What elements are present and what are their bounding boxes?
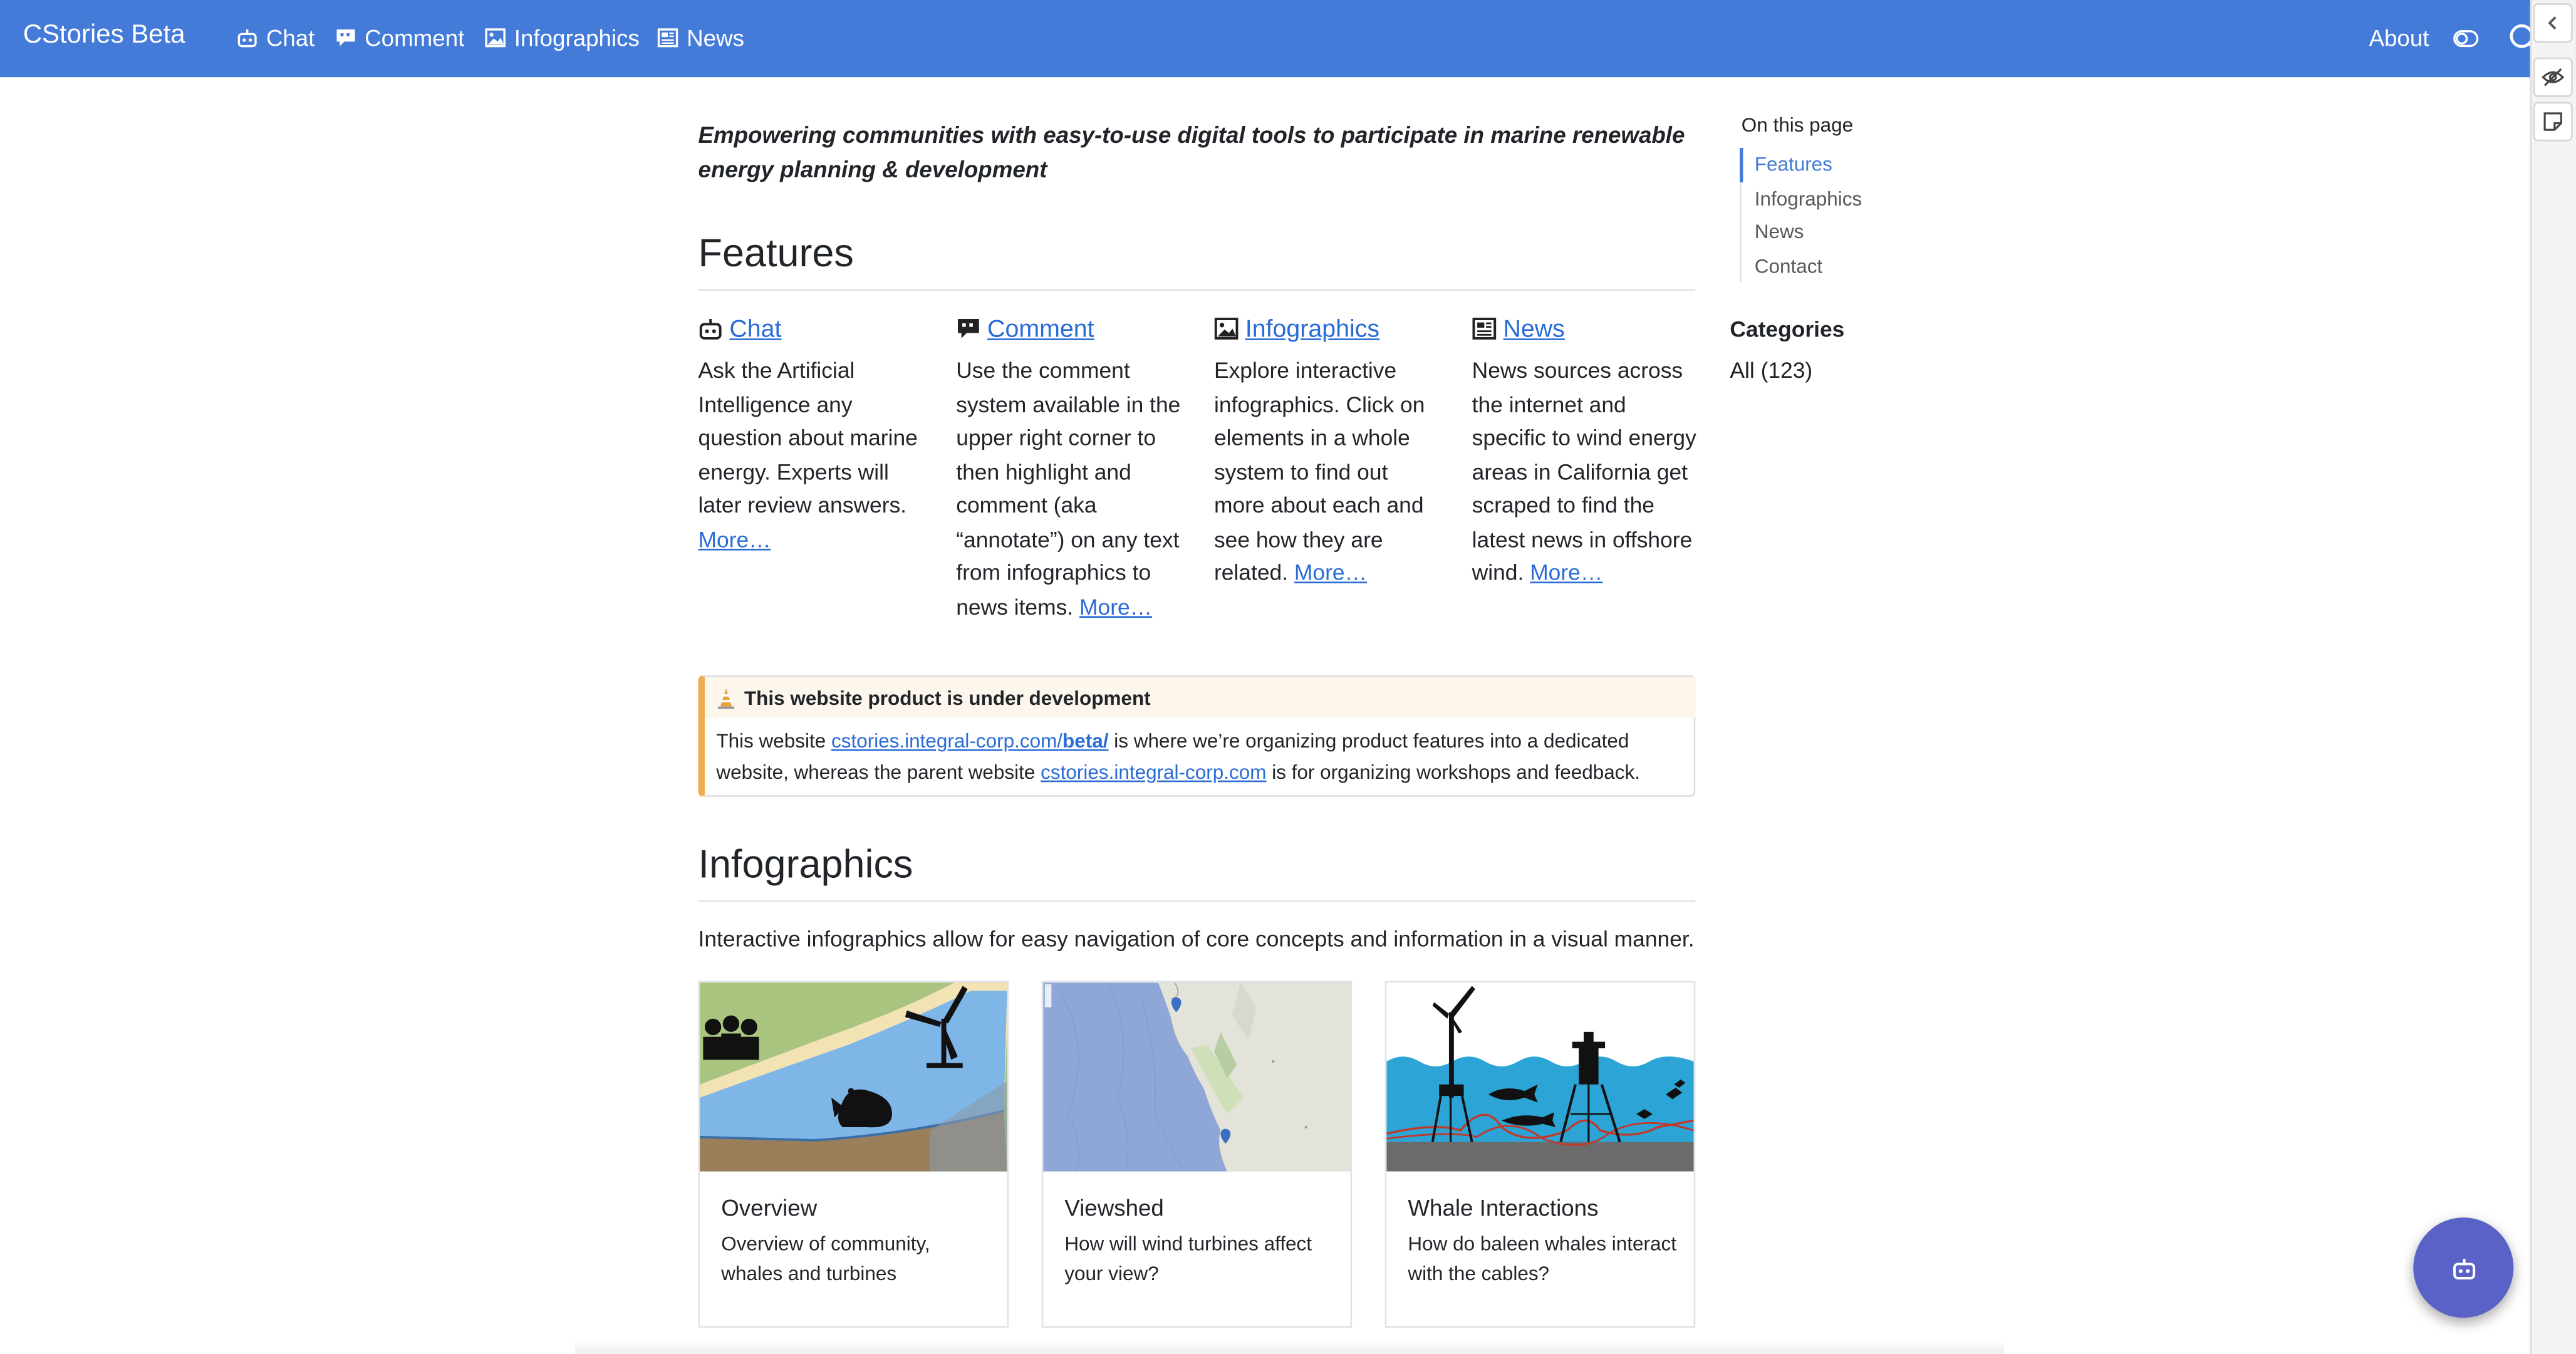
feature-chat-description: Ask the Artificial Intelligence any ques… [699,355,928,557]
chevron-left-icon [2548,16,2557,30]
collapse-sidebar-button[interactable] [2533,3,2573,43]
toc-item-features[interactable]: Features [1740,148,1862,182]
feature-news-more-link[interactable]: More… [1530,560,1602,585]
nav-comment[interactable]: Comment [335,24,464,51]
page-lead: Empowering communities with easy-to-use … [698,122,1685,183]
callout-title: This website product is under developmen… [744,685,1151,709]
toc-heading: On this page [1741,113,1854,137]
annotation-sidebar-strip [2530,0,2576,1354]
feature-comment-link[interactable]: Comment [987,315,1094,343]
feature-comment-more-link[interactable]: More… [1079,594,1152,618]
nav-chat-label: Chat [266,24,315,51]
card-overview-title: Overview [721,1194,818,1221]
card-overview-text: Overview of community, whales and turbin… [721,1232,930,1285]
robot-icon [699,319,722,340]
footer-shadow [574,1340,2005,1354]
feature-news-description: News sources across the internet and spe… [1472,355,1702,590]
comment-icon [336,29,355,46]
infographics-heading: Infographics [698,843,913,888]
card-overview[interactable]: Overview Overview of community, whales a… [698,981,1009,1328]
callout-body: This website cstories.integral-corp.com/… [716,726,1688,787]
feature-infographics: Infographics Explore interactive infogra… [1214,312,1444,590]
top-navbar: CStories Beta Chat Comment Infographics … [0,0,2576,78]
nav-news[interactable]: News [657,24,744,51]
beta-site-link[interactable]: cstories.integral-corp.com/beta/ [831,729,1108,753]
feature-chat-more-link[interactable]: More… [699,526,771,551]
feature-chat: Chat Ask the Artificial Intelligence any… [699,312,928,557]
features-divider [698,289,1696,291]
beta-site-link-prefix: cstories.integral-corp.com/ [831,729,1063,753]
hide-highlights-button[interactable] [2533,57,2573,97]
callout-text-1: This website [716,729,832,753]
infographics-intro: Interactive infographics allow for easy … [698,927,1695,952]
theme-toggle-icon[interactable] [2453,29,2479,48]
callout-text-3: is for organizing workshops and feedback… [1266,759,1640,783]
nav-chat[interactable]: Chat [237,24,315,51]
nav-about[interactable]: About [2369,24,2429,51]
toc-item-contact[interactable]: Contact [1742,249,1862,283]
show-notes-button[interactable] [2533,102,2573,142]
whale-interactions-thumbnail [1386,982,1694,1172]
site-brand[interactable]: CStories Beta [23,21,185,51]
feature-chat-text: Ask the Artificial Intelligence any ques… [698,358,918,518]
card-whale-interactions-title: Whale Interactions [1408,1194,1599,1221]
card-viewshed[interactable]: Viewshed How will wind turbines affect y… [1041,981,1353,1328]
note-icon [2543,112,2562,131]
feature-comment: Comment Use the comment system available… [956,312,1186,624]
nav-news-label: News [687,24,744,51]
construction-icon [717,687,735,709]
parent-site-link[interactable]: cstories.integral-corp.com [1041,760,1266,783]
feature-chat-link[interactable]: Chat [729,315,781,343]
feature-infographics-link[interactable]: Infographics [1245,315,1379,343]
newspaper-icon [1472,318,1497,340]
nav-comment-label: Comment [365,24,465,51]
development-callout: This website product is under developmen… [698,675,1696,797]
image-icon [485,28,506,48]
card-whale-interactions[interactable]: Whale Interactions How do baleen whales … [1384,981,1696,1328]
overview-thumbnail [700,982,1007,1172]
card-whale-interactions-text: How do baleen whales interact with the c… [1408,1232,1676,1285]
beta-site-link-bold: beta/ [1062,729,1109,753]
image-icon [1214,318,1239,340]
feature-news: News News sources across the internet an… [1472,312,1702,590]
robot-icon [2452,1258,2475,1279]
eye-slash-icon [2542,68,2565,86]
infographics-divider [698,900,1696,902]
nav-infographics[interactable]: Infographics [485,24,640,51]
comment-icon [958,319,979,338]
viewshed-thumbnail [1043,982,1351,1172]
feature-infographics-description: Explore interactive infographics. Click … [1214,355,1444,590]
feature-infographics-more-link[interactable]: More… [1294,560,1367,585]
feature-infographics-text: Explore interactive infographics. Click … [1213,358,1425,585]
nav-infographics-label: Infographics [514,24,640,51]
feature-comment-text: Use the comment system available in the … [956,358,1181,619]
robot-icon [237,29,257,48]
toc-item-infographics[interactable]: Infographics [1742,182,1862,216]
features-heading: Features [698,231,854,276]
categories-heading: Categories [1730,317,1845,342]
category-all[interactable]: All (123) [1730,358,1812,383]
newspaper-icon [657,28,678,48]
card-viewshed-title: Viewshed [1064,1194,1164,1221]
feature-comment-description: Use the comment system available in the … [956,355,1186,624]
chat-assistant-button[interactable] [2413,1217,2514,1318]
toc-list: Features Infographics News Contact [1740,148,1862,283]
feature-news-text: News sources across the internet and spe… [1472,358,1696,585]
card-viewshed-text: How will wind turbines affect your view? [1064,1232,1312,1285]
toc-item-news[interactable]: News [1742,216,1862,249]
callout-header: This website product is under developmen… [705,677,1696,718]
feature-news-link[interactable]: News [1503,315,1564,343]
